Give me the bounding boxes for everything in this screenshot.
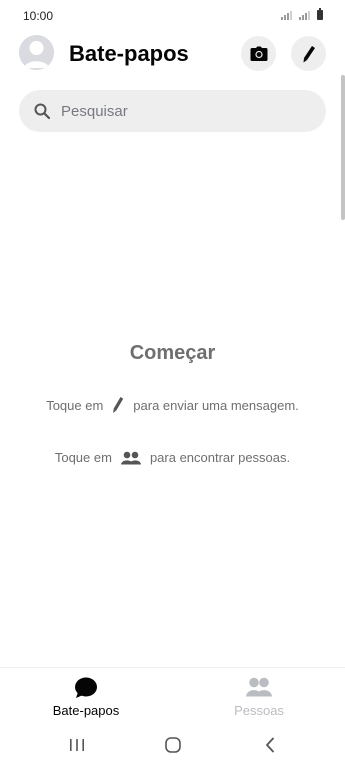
screen: 10:00 Bate-papos Pesquisar Começar Toque… [0, 0, 345, 768]
hint-text: para enviar uma mensagem. [133, 397, 299, 413]
profile-placeholder-icon [19, 35, 54, 70]
tab-label: Pessoas [234, 703, 284, 718]
battery-icon [317, 8, 323, 20]
status-bar: 10:00 [0, 0, 345, 32]
tab-label: Bate-papos [52, 703, 120, 718]
camera-button[interactable] [241, 36, 276, 71]
home-button[interactable] [161, 735, 185, 755]
avatar[interactable] [19, 35, 54, 70]
empty-state-title: Começar [129, 342, 216, 364]
page-title: Bate-papos [69, 41, 189, 66]
people-icon [173, 677, 345, 697]
header: Bate-papos [0, 32, 345, 82]
home-icon [165, 737, 181, 753]
search-bar[interactable] [19, 90, 326, 132]
pencil-icon [112, 396, 124, 414]
status-icons [281, 8, 323, 20]
hint-text: para encontrar pessoas. [149, 450, 291, 465]
compose-hint: Toque em para enviar uma mensagem. [0, 396, 345, 414]
compose-button[interactable] [291, 36, 326, 71]
recent-apps-button[interactable] [65, 735, 89, 755]
recent-apps-icon [70, 739, 84, 751]
people-icon [120, 451, 141, 465]
bottom-tab-bar: Bate-papos Pessoas [0, 667, 345, 723]
search-icon [34, 103, 50, 119]
status-time: 10:00 [23, 9, 54, 23]
search-input[interactable] [61, 90, 311, 132]
hint-text: Toque em [54, 450, 112, 465]
signal-icon [299, 10, 310, 20]
tab-people[interactable]: Pessoas [173, 668, 345, 723]
people-hint: Toque em para encontrar pessoas. [0, 450, 345, 465]
back-icon [266, 737, 274, 753]
chat-bubble-icon [0, 677, 172, 699]
signal-icon [281, 10, 292, 20]
tab-chats[interactable]: Bate-papos [0, 668, 172, 723]
hint-text: Toque em [46, 397, 104, 413]
camera-icon [250, 46, 267, 61]
pencil-icon [303, 45, 315, 62]
scrollbar[interactable] [341, 75, 345, 220]
back-button[interactable] [258, 735, 282, 755]
system-nav-bar [0, 722, 345, 768]
